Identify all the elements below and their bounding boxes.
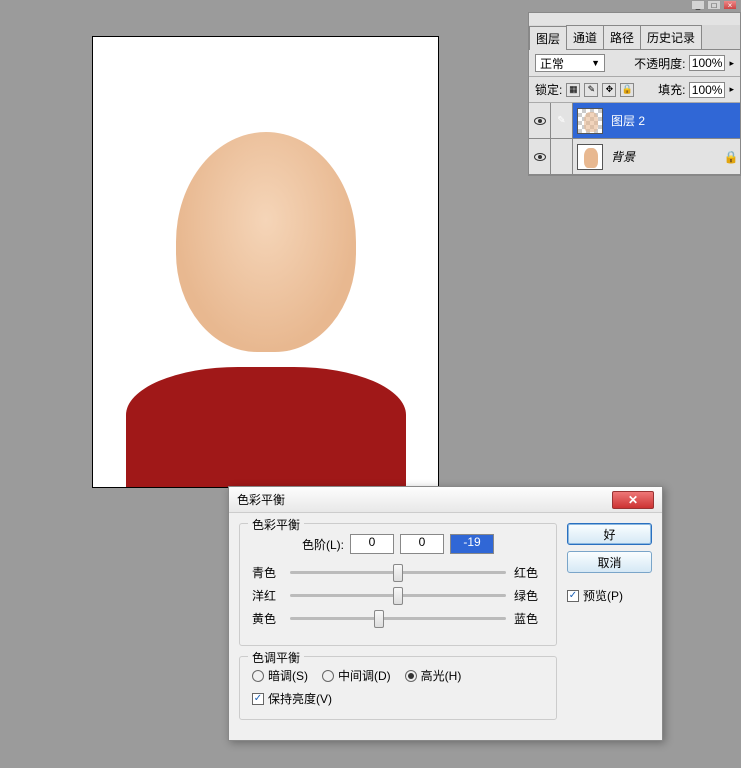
radio-icon [322,670,334,682]
slider-right-label: 蓝色 [514,610,544,627]
tab-paths[interactable]: 路径 [603,25,641,49]
color-balance-dialog: 色彩平衡 ✕ 色彩平衡 色阶(L): 0 0 -19 青色 红色 洋红 [228,486,663,741]
slider-left-label: 洋红 [252,587,282,604]
opacity-flyout-icon[interactable]: ▸ [729,58,734,69]
tab-layers[interactable]: 图层 [529,26,567,50]
close-button[interactable]: × [723,0,737,10]
layer-row[interactable]: ✎ 图层 2 [529,103,740,139]
layer-name[interactable]: 背景 [607,148,722,165]
tone-radio-row: 暗调(S) 中间调(D) 高光(H) [252,667,544,684]
visibility-toggle[interactable] [529,103,551,138]
checkbox-icon: ✓ [567,590,579,602]
group-legend: 色调平衡 [248,649,304,666]
lock-fill-row: 锁定: ▦ ✎ ✥ 🔒 填充: 100% ▸ [529,77,740,103]
group-legend: 色彩平衡 [248,516,304,533]
blend-mode-select[interactable]: 正常 ▼ [535,54,605,72]
radio-icon [252,670,264,682]
minimize-button[interactable]: _ [691,0,705,10]
radio-highlights[interactable]: 高光(H) [405,667,462,684]
opacity-input[interactable]: 100% [689,55,725,71]
levels-label: 色阶(L): [302,536,344,553]
slider-thumb[interactable] [374,610,384,628]
slider-track[interactable] [290,594,506,597]
visibility-toggle[interactable] [529,139,551,174]
document-canvas[interactable] [92,36,439,488]
ok-button[interactable]: 好 [567,523,652,545]
edit-indicator[interactable]: ✎ [551,103,573,138]
panel-window-controls: _ □ × [528,0,741,12]
lock-position-icon[interactable]: ✥ [602,83,616,97]
slider-right-label: 绿色 [514,587,544,604]
checkbox-icon: ✓ [252,693,264,705]
lock-icon: 🔒 [722,150,740,164]
dialog-close-button[interactable]: ✕ [612,491,654,509]
portrait-image [93,37,438,487]
lock-pixels-icon[interactable]: ✎ [584,83,598,97]
slider-magenta-green: 洋红 绿色 [252,587,544,604]
lock-all-icon[interactable]: 🔒 [620,83,634,97]
tab-channels[interactable]: 通道 [566,25,604,49]
eye-icon [534,153,546,161]
radio-midtones[interactable]: 中间调(D) [322,667,391,684]
layer-thumbnail[interactable] [577,144,603,170]
layer-thumbnail[interactable] [577,108,603,134]
lock-transparency-icon[interactable]: ▦ [566,83,580,97]
level-input-0[interactable]: 0 [350,534,394,554]
slider-right-label: 红色 [514,564,544,581]
level-input-1[interactable]: 0 [400,534,444,554]
radio-icon [405,670,417,682]
panel-tabs: 图层 通道 路径 历史记录 [529,25,740,50]
dialog-titlebar[interactable]: 色彩平衡 ✕ [229,487,662,513]
slider-left-label: 黄色 [252,610,282,627]
blend-mode-value: 正常 [540,55,564,72]
blend-opacity-row: 正常 ▼ 不透明度: 100% ▸ [529,50,740,77]
slider-left-label: 青色 [252,564,282,581]
preserve-luminosity-checkbox[interactable]: ✓ 保持亮度(V) [252,690,544,707]
chevron-down-icon: ▼ [591,58,600,68]
brush-icon: ✎ [557,115,565,126]
slider-track[interactable] [290,571,506,574]
layer-row[interactable]: 背景 🔒 [529,139,740,175]
dialog-title: 色彩平衡 [237,491,612,508]
color-balance-group: 色彩平衡 色阶(L): 0 0 -19 青色 红色 洋红 绿色 [239,523,557,646]
levels-row: 色阶(L): 0 0 -19 [252,534,544,554]
slider-thumb[interactable] [393,564,403,582]
maximize-button[interactable]: □ [707,0,721,10]
lock-label: 锁定: [535,81,562,98]
tab-history[interactable]: 历史记录 [640,25,702,49]
eye-icon [534,117,546,125]
slider-thumb[interactable] [393,587,403,605]
link-indicator[interactable] [551,139,573,174]
fill-flyout-icon[interactable]: ▸ [729,84,734,95]
fill-input[interactable]: 100% [689,82,725,98]
slider-yellow-blue: 黄色 蓝色 [252,610,544,627]
layer-name[interactable]: 图层 2 [607,112,740,129]
layers-panel: 图层 通道 路径 历史记录 正常 ▼ 不透明度: 100% ▸ 锁定: ▦ ✎ … [528,12,741,176]
level-input-2[interactable]: -19 [450,534,494,554]
slider-track[interactable] [290,617,506,620]
slider-cyan-red: 青色 红色 [252,564,544,581]
preview-checkbox[interactable]: ✓ 预览(P) [567,587,652,604]
radio-shadows[interactable]: 暗调(S) [252,667,308,684]
opacity-label: 不透明度: [634,55,685,72]
cancel-button[interactable]: 取消 [567,551,652,573]
tone-balance-group: 色调平衡 暗调(S) 中间调(D) 高光(H) ✓ 保持亮度(V) [239,656,557,720]
layer-list: ✎ 图层 2 背景 🔒 [529,103,740,175]
fill-label: 填充: [658,81,685,98]
